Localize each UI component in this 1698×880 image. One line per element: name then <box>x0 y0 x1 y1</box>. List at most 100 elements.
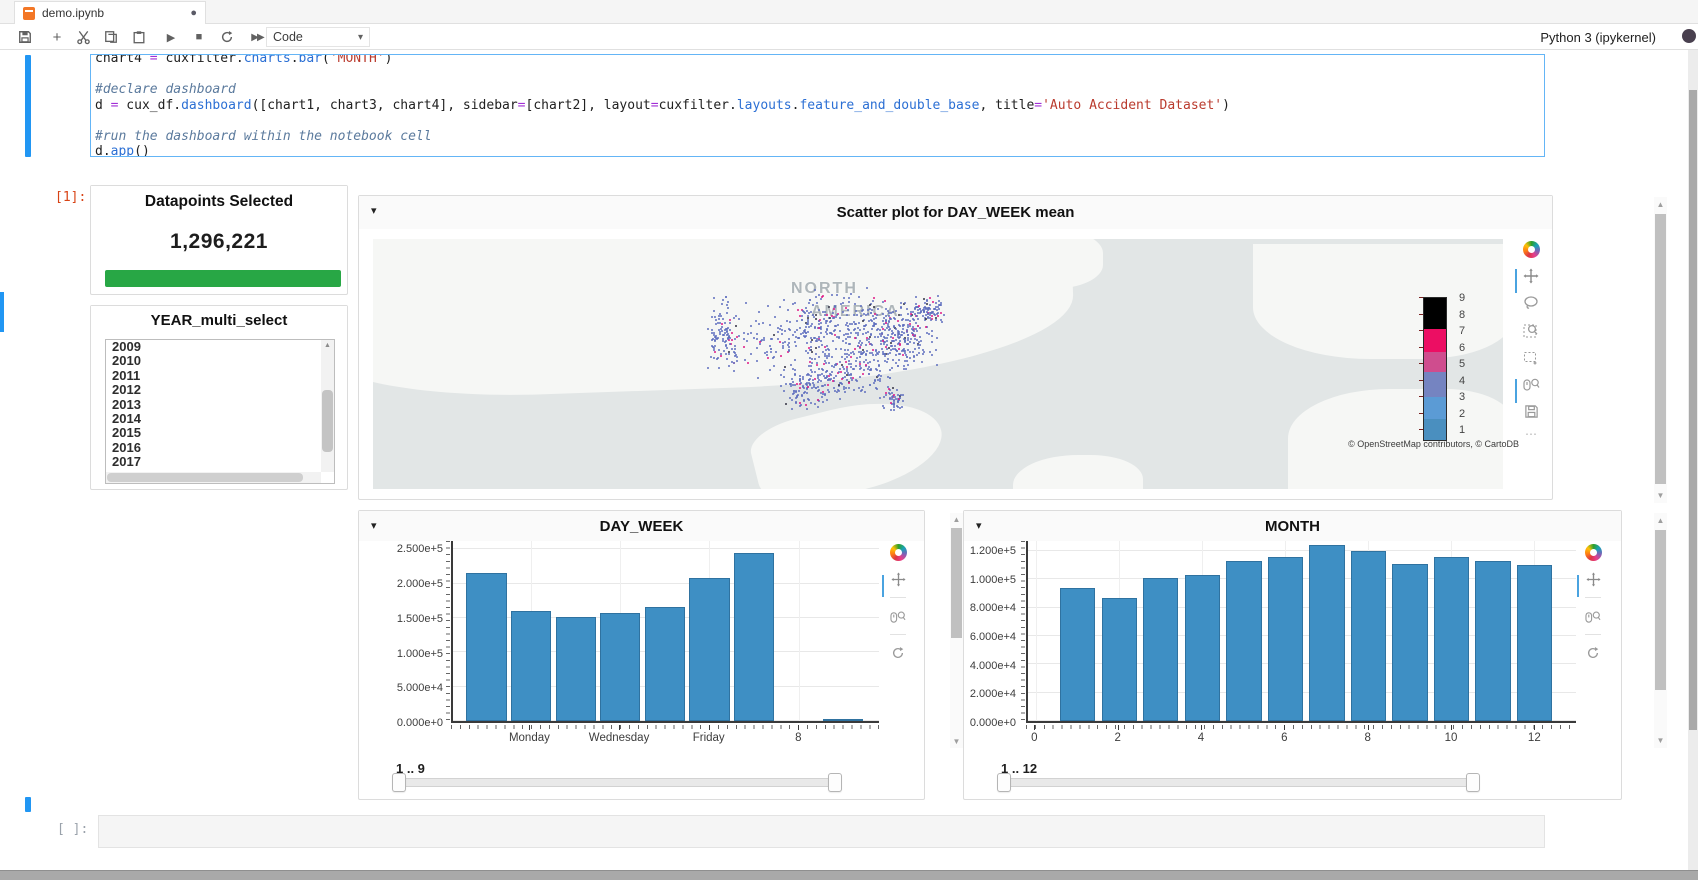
colorbar-label: 1 <box>1459 424 1465 436</box>
wheel-zoom-tool-icon[interactable] <box>1522 375 1540 393</box>
year-listbox[interactable]: 200920102011201220132014201520162017 ▲ <box>105 339 335 484</box>
y-tick-label: 0.000e+0 <box>383 717 443 729</box>
code-text: chart4 = cuxfilter.charts.bar('MONTH') #… <box>95 54 1544 157</box>
bar-day_week-7[interactable] <box>734 553 774 721</box>
year-listbox-hscrollbar[interactable] <box>106 472 321 483</box>
month-range-slider[interactable] <box>998 778 1479 787</box>
active-tool-indicator <box>1515 269 1517 293</box>
bar-month-9[interactable] <box>1392 564 1427 721</box>
notebook-scrollbar-lower[interactable]: ▲ ▼ <box>1654 513 1667 748</box>
colorbar <box>1423 297 1447 441</box>
year-option-2014[interactable]: 2014 <box>106 412 334 426</box>
bar-month-10[interactable] <box>1434 557 1469 721</box>
bar-month-8[interactable] <box>1351 551 1386 721</box>
x-tick-label: 12 <box>1528 732 1541 744</box>
insert-cell-button[interactable]: + <box>46 27 68 47</box>
map-attribution[interactable]: © OpenStreetMap contributors, © CartoDB <box>1348 439 1519 449</box>
kernel-status-icon[interactable] <box>1682 29 1696 43</box>
toolbar-ellipsis-icon[interactable]: ⋯ <box>1522 429 1540 439</box>
browser-scrollbar[interactable] <box>1688 50 1698 870</box>
restart-kernel-button[interactable] <box>216 27 238 47</box>
run-cell-button[interactable]: ▶ <box>160 27 182 47</box>
y-tick-label: 6.000e+4 <box>958 631 1016 643</box>
slider-handle-right[interactable] <box>1466 773 1480 792</box>
tab-demo-ipynb[interactable]: demo.ipynb ● <box>14 1 206 24</box>
code-cell-editor[interactable]: chart4 = cuxfilter.charts.bar('MONTH') #… <box>90 54 1545 157</box>
pan-tool-icon[interactable] <box>889 570 907 588</box>
datapoints-progress-bar <box>105 270 341 287</box>
empty-cell-editor[interactable] <box>98 815 1545 848</box>
year-option-2009[interactable]: 2009 <box>106 340 334 354</box>
slider-handle-right[interactable] <box>828 773 842 792</box>
kernel-name[interactable]: Python 3 (ipykernel) <box>1540 30 1656 45</box>
bar-month-3[interactable] <box>1143 578 1178 721</box>
year-option-2010[interactable]: 2010 <box>106 354 334 368</box>
y-tick-label: 1.000e+5 <box>958 574 1016 586</box>
year-multi-select-card: YEAR_multi_select 2009201020112012201320… <box>90 305 348 490</box>
cell-type-dropdown[interactable]: Code ▾ <box>266 27 370 47</box>
year-listbox-vscrollbar[interactable]: ▲ <box>321 340 334 472</box>
bar-day_week-2[interactable] <box>511 611 551 721</box>
bokeh-logo-icon[interactable] <box>1523 241 1540 258</box>
y-tick-label: 0.000e+0 <box>958 717 1016 729</box>
colorbar-label: 8 <box>1459 309 1465 321</box>
year-option-2011[interactable]: 2011 <box>106 369 334 383</box>
year-option-2016[interactable]: 2016 <box>106 441 334 455</box>
bar-month-11[interactable] <box>1475 561 1510 721</box>
cell-output-collapser[interactable] <box>25 797 31 812</box>
slider-handle-left[interactable] <box>392 773 406 792</box>
save-tool-icon[interactable] <box>1522 402 1540 420</box>
land-mexico <box>746 385 951 489</box>
bar-month-1[interactable] <box>1060 588 1095 721</box>
day-week-range-slider[interactable] <box>393 778 841 787</box>
copy-cells-button[interactable] <box>100 27 122 47</box>
bar-month-4[interactable] <box>1185 575 1220 721</box>
cell-input-collapser[interactable] <box>25 55 31 157</box>
pan-tool-icon[interactable] <box>1522 267 1540 285</box>
save-button[interactable] <box>14 27 36 47</box>
interrupt-kernel-button[interactable]: ■ <box>188 27 210 47</box>
month-plot[interactable]: 1.200e+51.000e+58.000e+46.000e+44.000e+4… <box>964 511 1621 799</box>
jupyterlab-window: demo.ipynb ● + ▶ ■ ▶▶ Code ▾ Python 3 (i… <box>0 0 1698 880</box>
collapse-caret-icon[interactable]: ▾ <box>371 204 377 217</box>
day-week-plot[interactable]: 2.500e+52.000e+51.500e+51.000e+55.000e+4… <box>359 511 924 799</box>
bar-day_week-5[interactable] <box>645 607 685 721</box>
year-option-2015[interactable]: 2015 <box>106 426 334 440</box>
wheel-zoom-tool-icon[interactable] <box>1584 607 1602 625</box>
bar-month-5[interactable] <box>1226 561 1261 721</box>
year-option-2012[interactable]: 2012 <box>106 383 334 397</box>
bar-day_week-3[interactable] <box>556 617 596 721</box>
lasso-select-tool-icon[interactable] <box>1522 294 1540 312</box>
bar-day_week-6[interactable] <box>689 578 729 721</box>
year-option-2017[interactable]: 2017 <box>106 455 334 469</box>
box-select-tool-icon[interactable] <box>1522 348 1540 366</box>
year-title: YEAR_multi_select <box>91 312 347 329</box>
paste-cells-button[interactable] <box>128 27 150 47</box>
notebook-scrollbar-upper[interactable]: ▲ ▼ <box>1654 197 1667 503</box>
code-line: #declare dashboard <box>95 82 1544 98</box>
bar-day_week-4[interactable] <box>600 613 640 721</box>
bar-day_week-9[interactable] <box>823 719 863 721</box>
slider-handle-left[interactable] <box>997 773 1011 792</box>
cut-cells-button[interactable] <box>72 27 94 47</box>
year-option-2013[interactable]: 2013 <box>106 398 334 412</box>
pan-tool-icon[interactable] <box>1584 570 1602 588</box>
bar-month-2[interactable] <box>1102 598 1137 721</box>
wheel-zoom-tool-icon[interactable] <box>889 607 907 625</box>
bar-month-7[interactable] <box>1309 545 1344 721</box>
bar-day_week-1[interactable] <box>466 573 506 721</box>
bar-month-12[interactable] <box>1517 565 1552 721</box>
colorbar-labels: 987654321 <box>1453 297 1473 441</box>
colorbar-label: 7 <box>1459 325 1465 337</box>
reset-tool-icon[interactable] <box>1584 644 1602 662</box>
unsaved-dot-icon[interactable]: ● <box>190 7 197 19</box>
scatter-map-title: Scatter plot for DAY_WEEK mean <box>359 204 1552 221</box>
bar-month-6[interactable] <box>1268 557 1303 721</box>
box-zoom-tool-icon[interactable] <box>1522 321 1540 339</box>
bokeh-logo-icon[interactable] <box>890 544 907 561</box>
bokeh-logo-icon[interactable] <box>1585 544 1602 561</box>
scatter-map[interactable]: NORTH AMERICA <box>373 239 1503 489</box>
reset-tool-icon[interactable] <box>889 644 907 662</box>
month-chart-card: ▾ MONTH 1.200e+51.000e+58.000e+46.000e+4… <box>963 510 1622 800</box>
y-tick-label: 1.000e+5 <box>383 648 443 660</box>
